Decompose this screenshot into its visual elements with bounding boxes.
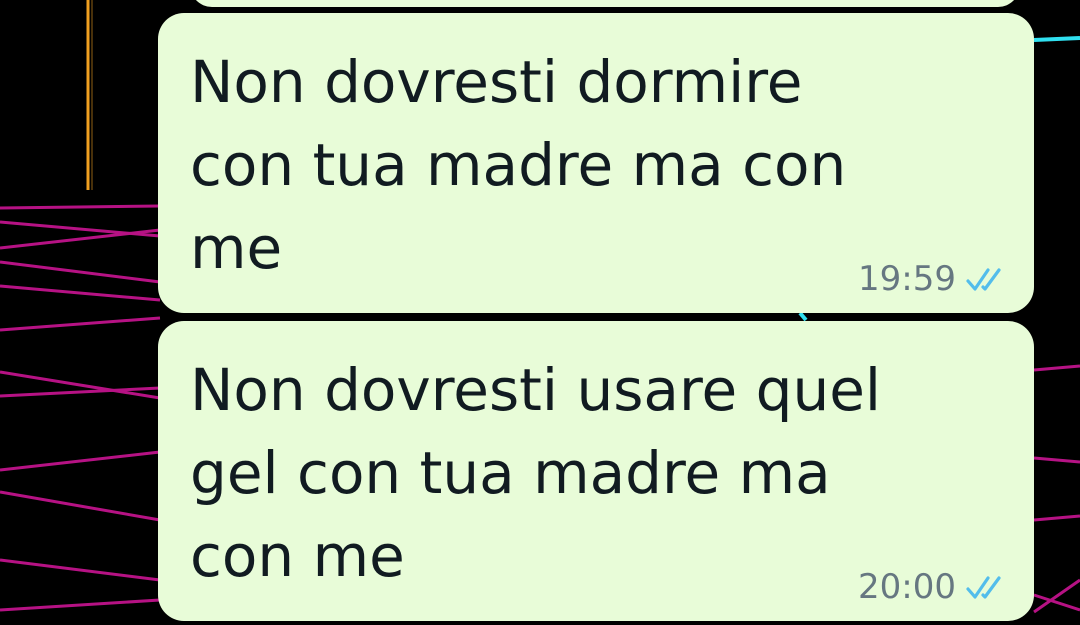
chat-screen: Non dovresti dormire con tua madre ma co…: [0, 0, 1080, 625]
message-timestamp: 20:00: [858, 567, 956, 607]
message-meta: 19:59: [858, 259, 1008, 299]
double-check-read-icon: [966, 576, 1001, 599]
message-bubble-outgoing[interactable]: Non dovresti usare quel gel con tua madr…: [158, 321, 1034, 621]
message-text: Non dovresti dormire con tua madre ma co…: [190, 48, 847, 282]
message-bubble-outgoing[interactable]: Non dovresti dormire con tua madre ma co…: [158, 13, 1034, 313]
previous-message-bubble[interactable]: [190, 0, 1020, 7]
message-timestamp: 19:59: [858, 259, 956, 299]
double-check-read-icon: [966, 268, 1001, 291]
message-text: Non dovresti usare quel gel con tua madr…: [190, 356, 882, 590]
message-meta: 20:00: [858, 567, 1008, 607]
